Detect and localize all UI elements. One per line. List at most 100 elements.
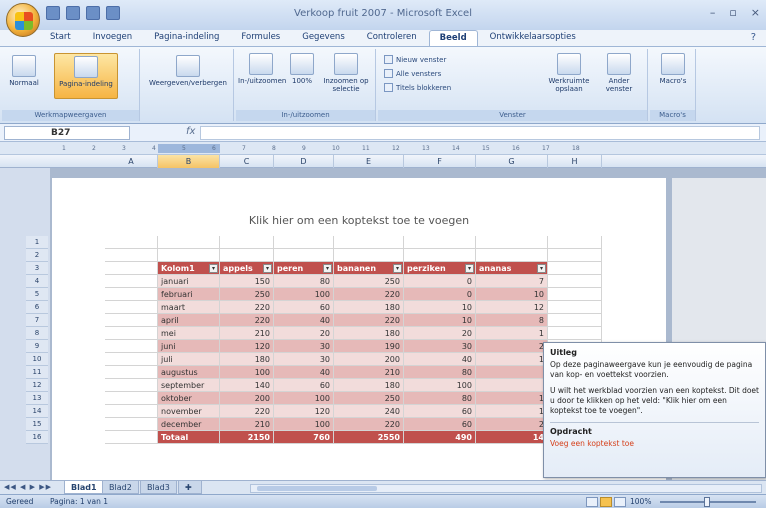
cell[interactable] bbox=[274, 236, 334, 249]
cell[interactable] bbox=[404, 236, 476, 249]
table-cell[interactable]: 250 bbox=[220, 288, 274, 301]
cell[interactable] bbox=[548, 301, 602, 314]
table-cell[interactable]: 250 bbox=[334, 392, 404, 405]
table-cell[interactable]: Totaal bbox=[158, 431, 220, 444]
table-cell[interactable]: 60 bbox=[274, 301, 334, 314]
cell[interactable] bbox=[548, 249, 602, 262]
table-cell[interactable]: februari bbox=[158, 288, 220, 301]
table-cell[interactable]: september bbox=[158, 379, 220, 392]
row-header[interactable]: 3 bbox=[26, 262, 48, 275]
row-header[interactable]: 11 bbox=[26, 366, 48, 379]
table-cell[interactable]: 2 bbox=[476, 418, 548, 431]
arrange-all-button[interactable]: Alle vensters bbox=[384, 69, 441, 78]
cell[interactable] bbox=[334, 249, 404, 262]
table-cell[interactable]: maart bbox=[158, 301, 220, 314]
table-cell[interactable]: 180 bbox=[334, 301, 404, 314]
tab-beeld[interactable]: Beeld bbox=[428, 30, 478, 46]
table-cell[interactable]: 210 bbox=[220, 327, 274, 340]
zoom-selection-button[interactable]: Inzoomen op selectie bbox=[320, 53, 372, 93]
filter-dropdown-icon[interactable]: ▾ bbox=[465, 264, 474, 273]
horizontal-scrollbar[interactable] bbox=[250, 484, 762, 493]
normal-view-button[interactable]: Normaal bbox=[4, 55, 44, 87]
name-box[interactable]: B27 bbox=[4, 126, 130, 140]
table-cell[interactable]: 200 bbox=[334, 353, 404, 366]
row-header[interactable]: 4 bbox=[26, 275, 48, 288]
table-cell[interactable]: 2550 bbox=[334, 431, 404, 444]
cell[interactable] bbox=[105, 275, 158, 288]
table-cell[interactable]: 0 bbox=[404, 275, 476, 288]
table-cell[interactable]: 120 bbox=[220, 340, 274, 353]
tab-gegevens[interactable]: Gegevens bbox=[292, 30, 355, 46]
table-cell[interactable]: juli bbox=[158, 353, 220, 366]
table-cell[interactable]: 1 bbox=[476, 327, 548, 340]
table-cell[interactable]: 10 bbox=[476, 288, 548, 301]
table-cell[interactable]: 20 bbox=[274, 327, 334, 340]
zoom-100-button[interactable]: 100% bbox=[286, 53, 318, 85]
table-cell[interactable]: oktober bbox=[158, 392, 220, 405]
table-cell[interactable]: 20 bbox=[404, 327, 476, 340]
column-header-d[interactable]: D bbox=[274, 155, 334, 168]
table-cell[interactable]: 100 bbox=[274, 392, 334, 405]
row-header[interactable]: 12 bbox=[26, 379, 48, 392]
cell[interactable] bbox=[105, 379, 158, 392]
table-cell[interactable]: 2 bbox=[476, 340, 548, 353]
row-header[interactable]: 10 bbox=[26, 353, 48, 366]
table-cell[interactable]: 40 bbox=[404, 353, 476, 366]
cell[interactable] bbox=[548, 314, 602, 327]
column-header-c[interactable]: C bbox=[220, 155, 274, 168]
cell[interactable] bbox=[220, 249, 274, 262]
tab-start[interactable]: Start bbox=[40, 30, 81, 46]
cell[interactable] bbox=[476, 249, 548, 262]
table-cell[interactable]: 490 bbox=[404, 431, 476, 444]
row-header[interactable]: 6 bbox=[26, 301, 48, 314]
table-cell[interactable]: 100 bbox=[404, 379, 476, 392]
table-cell[interactable]: 120 bbox=[274, 405, 334, 418]
row-header[interactable]: 5 bbox=[26, 288, 48, 301]
table-cell[interactable]: 30 bbox=[274, 353, 334, 366]
table-cell[interactable] bbox=[476, 366, 548, 379]
cell[interactable] bbox=[105, 327, 158, 340]
cell[interactable] bbox=[105, 431, 158, 444]
row-header[interactable]: 9 bbox=[26, 340, 48, 353]
tab-ontwikkelaarsopties[interactable]: Ontwikkelaarsopties bbox=[480, 30, 586, 46]
table-cell[interactable]: 30 bbox=[274, 340, 334, 353]
row-header[interactable]: 15 bbox=[26, 418, 48, 431]
table-cell[interactable]: 220 bbox=[220, 301, 274, 314]
cell[interactable] bbox=[548, 275, 602, 288]
table-cell[interactable]: 80 bbox=[274, 275, 334, 288]
row-header[interactable]: 8 bbox=[26, 327, 48, 340]
sheet-tab-blad3[interactable]: Blad3 bbox=[140, 481, 177, 494]
normal-view-icon[interactable] bbox=[586, 497, 598, 507]
cell[interactable] bbox=[476, 236, 548, 249]
zoom-button[interactable]: In-/uitzoomen bbox=[238, 53, 286, 85]
zoom-level[interactable]: 100% bbox=[630, 497, 651, 506]
cell[interactable] bbox=[105, 288, 158, 301]
cell[interactable] bbox=[158, 236, 220, 249]
insert-sheet-icon[interactable]: ✚ bbox=[178, 481, 202, 494]
table-cell[interactable]: 200 bbox=[220, 392, 274, 405]
table-cell[interactable]: 10 bbox=[404, 314, 476, 327]
table-cell[interactable]: 1 bbox=[476, 392, 548, 405]
table-cell[interactable]: 60 bbox=[404, 405, 476, 418]
table-cell[interactable]: 220 bbox=[334, 314, 404, 327]
column-header-f[interactable]: F bbox=[404, 155, 476, 168]
row-header[interactable]: 14 bbox=[26, 405, 48, 418]
cell[interactable] bbox=[274, 249, 334, 262]
row-header[interactable]: 7 bbox=[26, 314, 48, 327]
freeze-panes-button[interactable]: Titels blokkeren bbox=[384, 83, 451, 92]
table-cell[interactable]: 180 bbox=[220, 353, 274, 366]
table-cell[interactable] bbox=[476, 379, 548, 392]
cell[interactable] bbox=[105, 340, 158, 353]
cell[interactable] bbox=[105, 249, 158, 262]
table-cell[interactable]: augustus bbox=[158, 366, 220, 379]
tab-controleren[interactable]: Controleren bbox=[357, 30, 427, 46]
table-cell[interactable]: 1 bbox=[476, 353, 548, 366]
table-cell[interactable]: 150 bbox=[220, 275, 274, 288]
cell[interactable] bbox=[548, 288, 602, 301]
add-header-field[interactable]: Klik hier om een koptekst toe te voegen bbox=[52, 214, 666, 227]
table-cell[interactable]: 40 bbox=[274, 314, 334, 327]
row-header[interactable]: 13 bbox=[26, 392, 48, 405]
page-layout-view-icon[interactable] bbox=[600, 497, 612, 507]
column-header-e[interactable]: E bbox=[334, 155, 404, 168]
table-cell[interactable]: 80 bbox=[404, 392, 476, 405]
